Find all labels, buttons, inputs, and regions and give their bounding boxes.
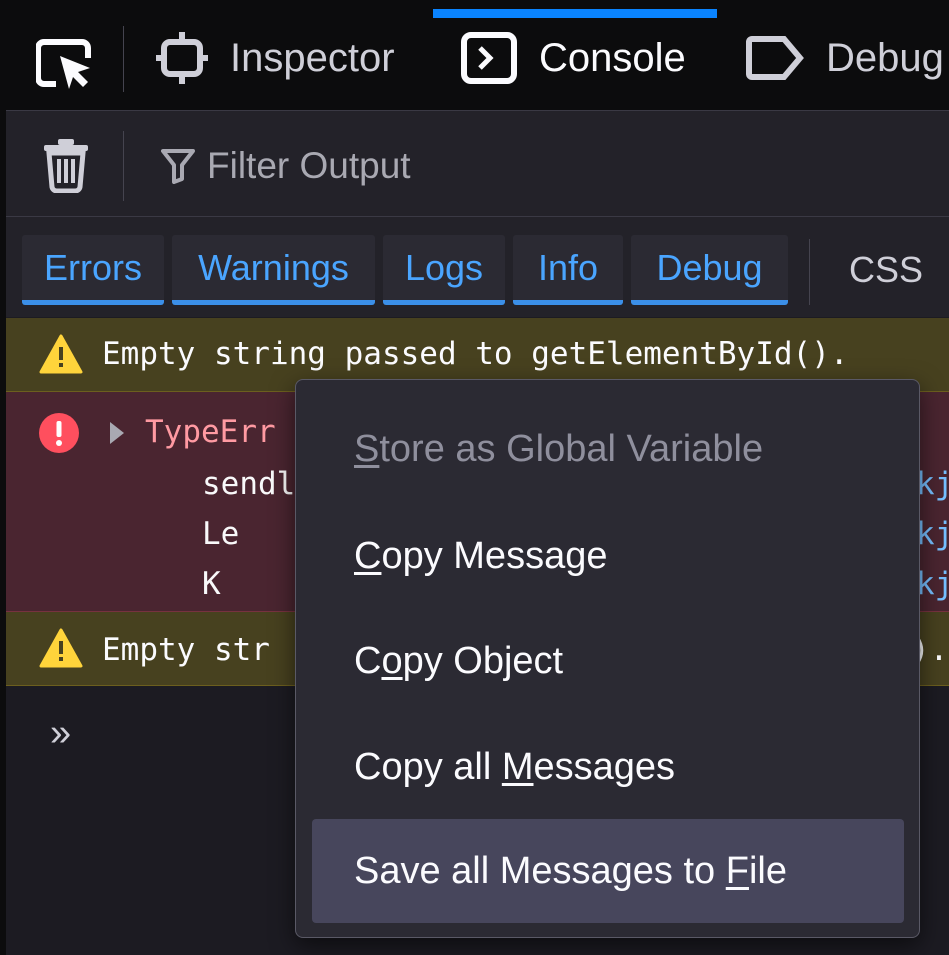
filter-info-button[interactable]: Info (513, 235, 623, 305)
inspector-icon (156, 32, 208, 84)
tab-debugger[interactable]: Debug (746, 6, 944, 110)
tab-console[interactable]: Console (461, 6, 686, 110)
warning-text[interactable]: Empty str (102, 632, 270, 668)
console-toolbar: Filter Output (6, 111, 949, 217)
debugger-icon (746, 35, 804, 81)
menu-item-copy-object[interactable]: Copy Object (354, 640, 563, 683)
log-level-filter-bar: Errors Warnings Logs Info Debug CSS (6, 217, 949, 317)
tab-inspector[interactable]: Inspector (156, 6, 395, 110)
element-picker-icon[interactable] (35, 38, 96, 97)
trash-icon[interactable] (42, 137, 90, 198)
menu-item-copy-all-messages[interactable]: Copy all Messages (354, 746, 675, 789)
filter-css-button[interactable]: CSS (836, 235, 936, 305)
expand-arrow-icon[interactable] (108, 418, 126, 454)
stack-frame-name: Le (202, 516, 240, 552)
devtools-panel: Inspector Console Debug Filter Output Er… (6, 6, 949, 955)
filter-placeholder: Filter Output (207, 145, 411, 186)
warning-text[interactable]: Empty string passed to getElementById(). (102, 336, 849, 372)
console-icon (461, 32, 517, 84)
filter-divider (809, 239, 810, 305)
context-menu: Store as Global Variable Copy Message Co… (295, 379, 920, 938)
toolbar-divider (123, 131, 124, 201)
warning-icon (39, 334, 83, 382)
menu-item-store-global-variable[interactable]: Store as Global Variable (354, 428, 763, 471)
console-input-prompt[interactable]: » (50, 712, 71, 755)
tab-console-label: Console (539, 35, 686, 80)
filter-logs-button[interactable]: Logs (383, 235, 505, 305)
menu-item-save-all-messages-to-file[interactable]: Save all Messages to File (354, 850, 787, 893)
devtools-tab-bar: Inspector Console Debug (6, 6, 949, 111)
filter-warnings-button[interactable]: Warnings (172, 235, 375, 305)
warning-icon (39, 628, 83, 676)
filter-icon (161, 148, 195, 184)
stack-frame-name: K (202, 566, 221, 602)
menu-item-copy-message[interactable]: Copy Message (354, 535, 607, 578)
filter-debug-button[interactable]: Debug (631, 235, 788, 305)
stack-frame-link[interactable]: kj (916, 466, 949, 502)
stack-frame-link[interactable]: kj (916, 566, 949, 602)
toolbar-divider (123, 26, 124, 92)
stack-frame-name: sendl (202, 466, 296, 502)
error-title[interactable]: TypeErr (145, 414, 276, 450)
filter-input[interactable]: Filter Output (161, 145, 411, 187)
tab-debugger-label: Debug (826, 35, 944, 80)
stack-frame-link[interactable]: kj (916, 516, 949, 552)
filter-errors-button[interactable]: Errors (22, 235, 164, 305)
tab-inspector-label: Inspector (230, 35, 395, 80)
error-icon (38, 412, 80, 462)
